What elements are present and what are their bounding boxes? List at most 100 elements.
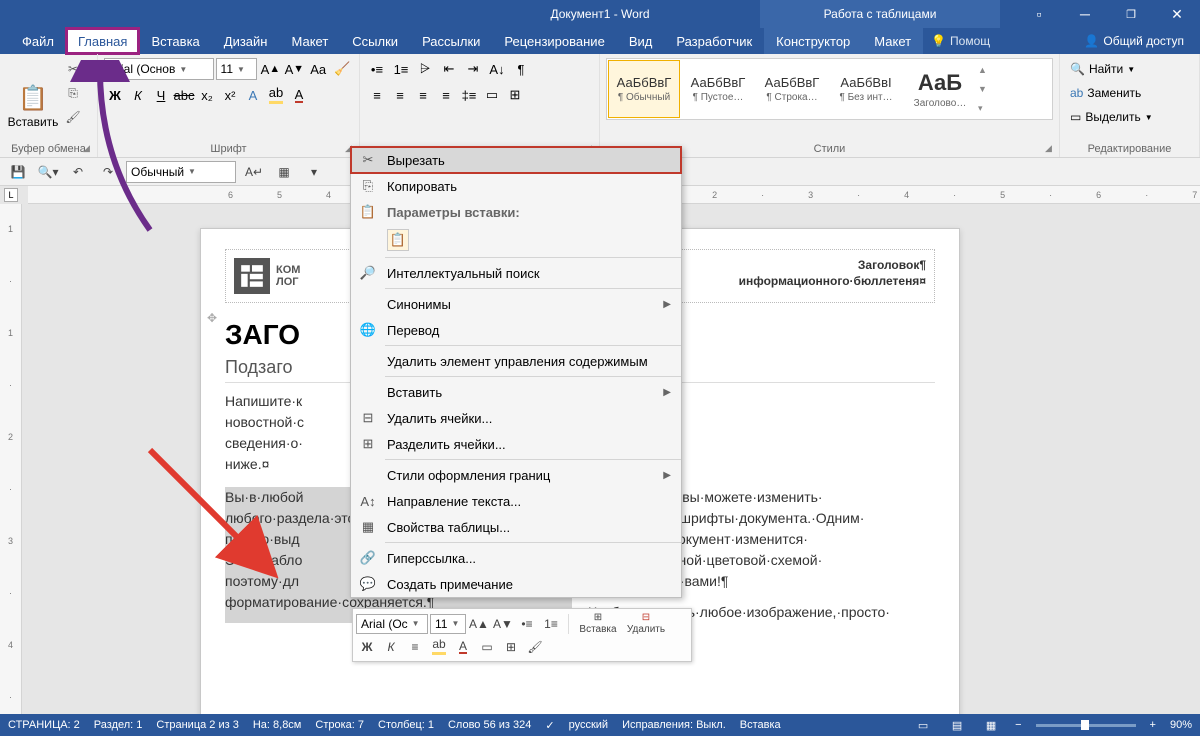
- line-spacing-icon[interactable]: ‡≡: [458, 84, 480, 106]
- ctx-split-cells[interactable]: ⊞Разделить ячейки...: [351, 431, 681, 457]
- zoom-in-icon[interactable]: +: [1150, 719, 1156, 731]
- styles-down-icon[interactable]: ▼: [978, 84, 992, 94]
- subscript-button[interactable]: x₂: [196, 84, 218, 106]
- styles-more-icon[interactable]: ▾: [978, 103, 992, 114]
- mini-fontcolor[interactable]: A: [452, 636, 474, 658]
- bold-button[interactable]: Ж: [104, 84, 126, 106]
- apply-style-icon[interactable]: A↵: [242, 161, 266, 183]
- status-line[interactable]: Строка: 7: [315, 719, 364, 731]
- ctx-synonyms[interactable]: Синонимы▶: [351, 291, 681, 317]
- mini-font-combo[interactable]: Arial (Ос▼: [356, 614, 428, 634]
- ribbon-options-icon[interactable]: ▫: [1016, 0, 1062, 28]
- undo-icon[interactable]: ↶: [66, 161, 90, 183]
- mini-size-combo[interactable]: 11▼: [430, 614, 466, 634]
- status-position[interactable]: На: 8,8см: [253, 719, 302, 731]
- font-color-icon[interactable]: A: [288, 84, 310, 106]
- align-left-icon[interactable]: ≡: [366, 84, 388, 106]
- tell-me[interactable]: 💡 Помощ: [923, 28, 990, 54]
- mini-italic[interactable]: К: [380, 636, 402, 658]
- underline-button[interactable]: Ч: [150, 84, 172, 106]
- format-painter-icon[interactable]: 🖌: [62, 106, 84, 128]
- mini-grow-icon[interactable]: A▲: [468, 613, 490, 635]
- copy-icon[interactable]: ⎘: [62, 82, 84, 104]
- mini-shrink-icon[interactable]: A▼: [492, 613, 514, 635]
- status-spellcheck-icon[interactable]: ✓: [545, 719, 554, 732]
- ctx-cut[interactable]: ✂Вырезать: [351, 147, 681, 173]
- select-button[interactable]: ▭Выделить ▼: [1066, 106, 1193, 128]
- align-center-icon[interactable]: ≡: [389, 84, 411, 106]
- tab-insert[interactable]: Вставка: [139, 28, 211, 54]
- mini-painter[interactable]: 🖌: [524, 636, 546, 658]
- ctx-insert[interactable]: Вставить▶: [351, 379, 681, 405]
- status-words[interactable]: Слово 56 из 324: [448, 719, 531, 731]
- mini-bold[interactable]: Ж: [356, 636, 378, 658]
- clipboard-dialog-launcher[interactable]: ◢: [83, 143, 93, 153]
- table-move-handle[interactable]: ✥: [207, 311, 217, 325]
- zoom-slider[interactable]: [1036, 724, 1136, 727]
- borders-icon[interactable]: ⊞: [504, 84, 526, 106]
- mini-highlight[interactable]: ab: [428, 636, 450, 658]
- sort-icon[interactable]: A↓: [486, 58, 508, 80]
- ctx-smart-lookup[interactable]: 🔎Интеллектуальный поиск: [351, 260, 681, 286]
- align-right-icon[interactable]: ≡: [412, 84, 434, 106]
- share-button[interactable]: 👤 Общий доступ: [1076, 28, 1192, 54]
- show-marks-icon[interactable]: ¶: [510, 58, 532, 80]
- zoom-out-icon[interactable]: −: [1015, 719, 1021, 731]
- save-icon[interactable]: 💾: [6, 161, 30, 183]
- styles-up-icon[interactable]: ▲: [978, 65, 992, 75]
- ctx-text-direction[interactable]: A↕Направление текста...: [351, 488, 681, 514]
- tab-selector[interactable]: L: [4, 188, 18, 202]
- status-mode[interactable]: Вставка: [740, 719, 781, 731]
- italic-button[interactable]: К: [127, 84, 149, 106]
- font-name-combo[interactable]: Arial (Основ▼: [104, 58, 214, 80]
- tab-review[interactable]: Рецензирование: [492, 28, 616, 54]
- mini-borders[interactable]: ⊞: [500, 636, 522, 658]
- mini-delete-button[interactable]: ⊟Удалить: [623, 612, 669, 635]
- change-case-icon[interactable]: Aa: [307, 58, 329, 80]
- highlight-icon[interactable]: ab: [265, 84, 287, 106]
- tab-mailings[interactable]: Рассылки: [410, 28, 492, 54]
- tab-view[interactable]: Вид: [617, 28, 665, 54]
- bullets-icon[interactable]: •≡: [366, 58, 388, 80]
- tab-home[interactable]: Главная: [66, 28, 139, 54]
- style-noint[interactable]: АаБбВвІ¶ Без инт…: [830, 60, 902, 118]
- shading-icon[interactable]: ▭: [481, 84, 503, 106]
- increase-indent-icon[interactable]: ⇥: [462, 58, 484, 80]
- style-normal[interactable]: АаБбВвГ¶ Обычный: [608, 60, 680, 118]
- print-preview-icon[interactable]: 🔍▾: [36, 161, 60, 183]
- view-read-icon[interactable]: ▭: [913, 719, 933, 732]
- qat-more-icon[interactable]: ▾: [302, 161, 326, 183]
- ctx-new-comment[interactable]: 💬Создать примечание: [351, 571, 681, 597]
- text-effects-icon[interactable]: A: [242, 84, 264, 106]
- tab-developer[interactable]: Разработчик: [664, 28, 764, 54]
- close-button[interactable]: ✕: [1154, 0, 1200, 28]
- mini-bullets-icon[interactable]: •≡: [516, 613, 538, 635]
- mini-align[interactable]: ≡: [404, 636, 426, 658]
- ctx-translate[interactable]: 🌐Перевод: [351, 317, 681, 343]
- style-nospacing[interactable]: АаБбВвГ¶ Пустое…: [682, 60, 754, 118]
- style-row[interactable]: АаБбВвГ¶ Строка…: [756, 60, 828, 118]
- tab-table-layout[interactable]: Макет: [862, 28, 923, 54]
- superscript-button[interactable]: x²: [219, 84, 241, 106]
- redo-icon[interactable]: ↷: [96, 161, 120, 183]
- table-icon[interactable]: ▦: [272, 161, 296, 183]
- restore-button[interactable]: ❐: [1108, 0, 1154, 28]
- style-combo[interactable]: Обычный▼: [126, 161, 236, 183]
- font-size-combo[interactable]: 11▼: [216, 58, 258, 80]
- style-heading[interactable]: АаБЗаголово…: [904, 60, 976, 118]
- status-page-of[interactable]: Страница 2 из 3: [156, 719, 238, 731]
- ctx-copy[interactable]: ⎘Копировать: [351, 173, 681, 199]
- paste-option-icon[interactable]: 📋: [387, 229, 409, 251]
- ctx-hyperlink[interactable]: 🔗Гиперссылка...: [351, 545, 681, 571]
- minimize-button[interactable]: ─: [1062, 0, 1108, 28]
- numbering-icon[interactable]: 1≡: [390, 58, 412, 80]
- tab-layout[interactable]: Макет: [279, 28, 340, 54]
- clear-format-icon[interactable]: 🧹: [331, 58, 353, 80]
- ctx-delete-control[interactable]: Удалить элемент управления содержимым: [351, 348, 681, 374]
- styles-gallery[interactable]: АаБбВвГ¶ Обычный АаБбВвГ¶ Пустое… АаБбВв…: [606, 58, 1053, 120]
- paste-button[interactable]: 📋 Вставить: [6, 58, 60, 155]
- vertical-ruler[interactable]: 1·1·2·3·4·5·6·7·8: [0, 204, 22, 714]
- ctx-delete-cells[interactable]: ⊟Удалить ячейки...: [351, 405, 681, 431]
- decrease-indent-icon[interactable]: ⇤: [438, 58, 460, 80]
- tab-references[interactable]: Ссылки: [340, 28, 410, 54]
